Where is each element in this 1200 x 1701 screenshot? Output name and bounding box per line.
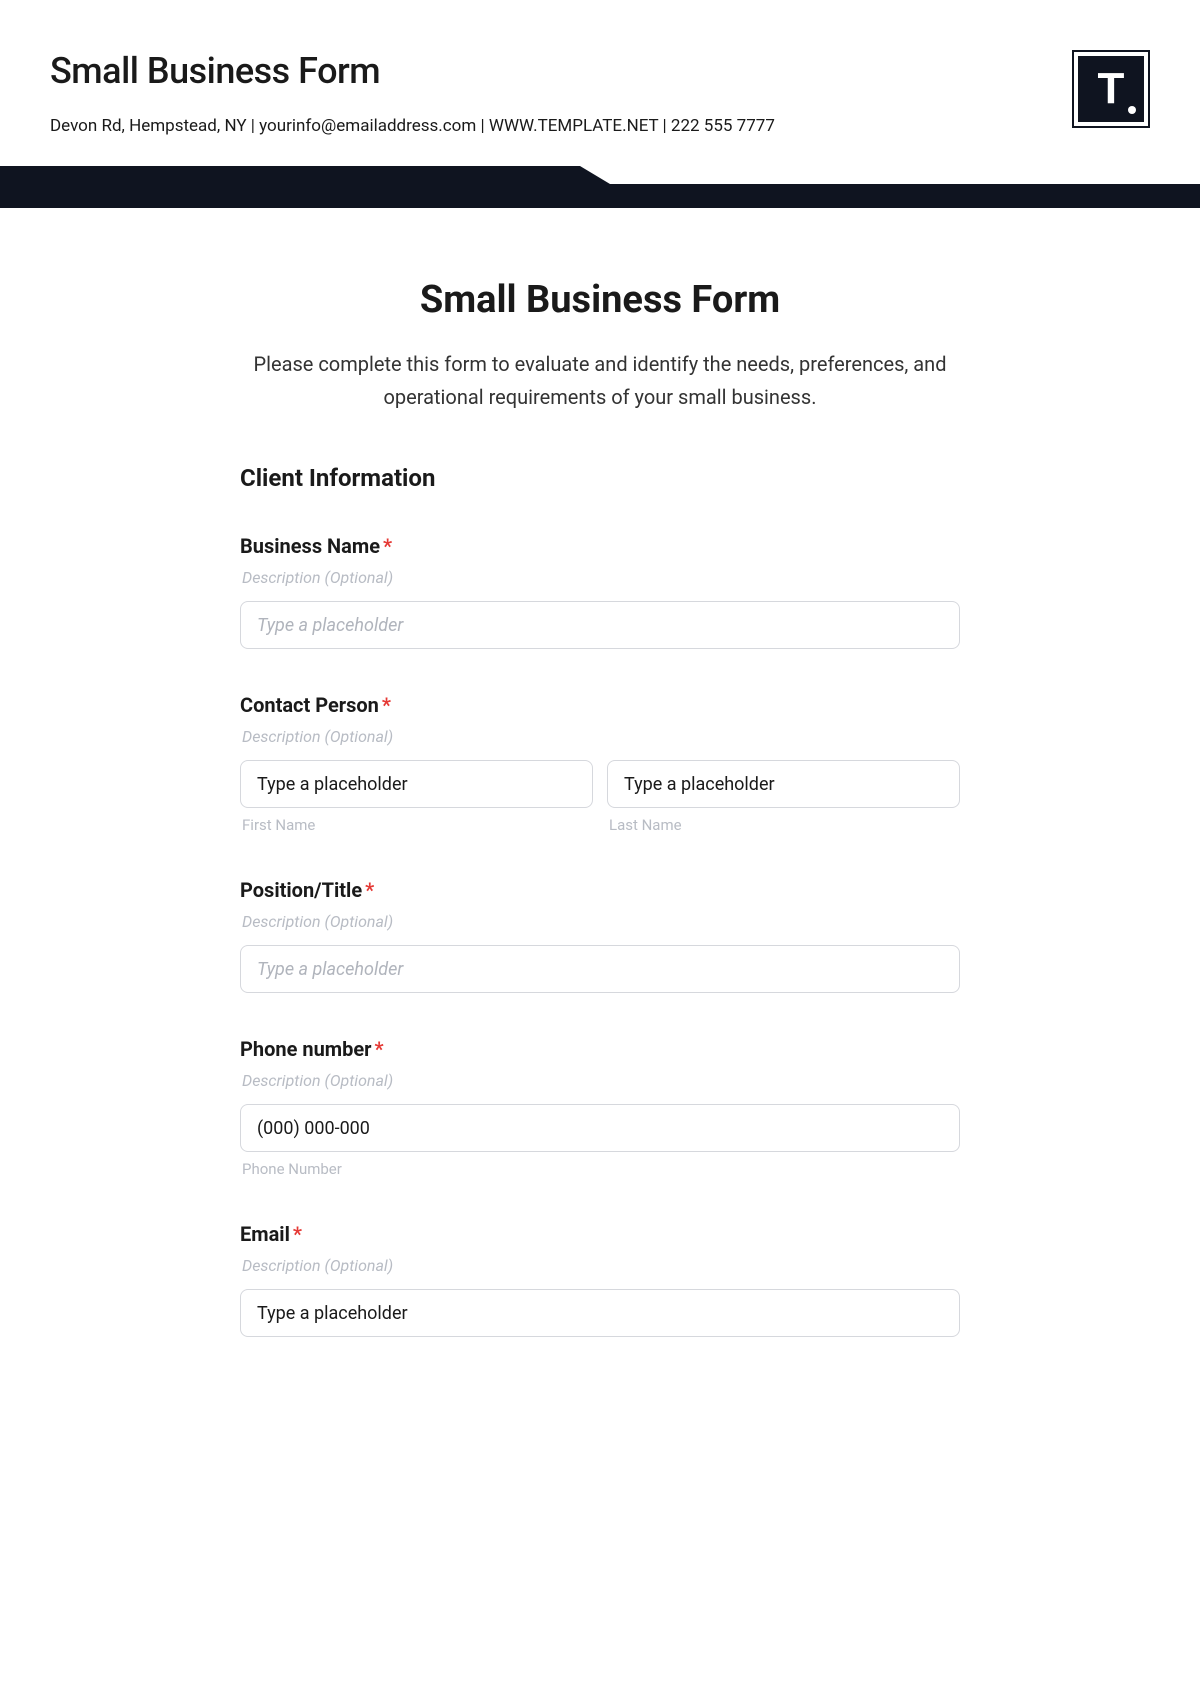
- last-name-input[interactable]: [607, 760, 960, 808]
- position-input[interactable]: [240, 945, 960, 993]
- divider-bar: [0, 166, 1200, 208]
- desc-position[interactable]: Description (Optional): [240, 912, 960, 931]
- section-heading-client-info: Client Information: [240, 464, 960, 492]
- required-asterisk: *: [293, 1222, 302, 1246]
- field-business-name: Business Name* Description (Optional): [240, 534, 960, 649]
- label-contact-person: Contact Person*: [240, 693, 960, 717]
- label-business-name: Business Name*: [240, 534, 960, 558]
- field-contact-person: Contact Person* Description (Optional) F…: [240, 693, 960, 834]
- label-email: Email*: [240, 1222, 960, 1246]
- logo-letter: T: [1098, 67, 1125, 111]
- business-name-input[interactable]: [240, 601, 960, 649]
- header-text-block: Small Business Form Devon Rd, Hempstead,…: [50, 50, 1072, 136]
- form-container: Small Business Form Please complete this…: [190, 208, 1010, 1401]
- document-header: Small Business Form Devon Rd, Hempstead,…: [0, 0, 1200, 156]
- sublabel-phone: Phone Number: [240, 1160, 960, 1178]
- sublabel-first-name: First Name: [240, 816, 593, 834]
- required-asterisk: *: [382, 693, 391, 717]
- desc-business-name[interactable]: Description (Optional): [240, 568, 960, 587]
- field-email: Email* Description (Optional): [240, 1222, 960, 1337]
- sublabel-last-name: Last Name: [607, 816, 960, 834]
- label-position: Position/Title*: [240, 878, 960, 902]
- email-input[interactable]: [240, 1289, 960, 1337]
- form-intro-text: Please complete this form to evaluate an…: [240, 348, 960, 414]
- required-asterisk: *: [365, 878, 374, 902]
- contact-info-line: Devon Rd, Hempstead, NY | yourinfo@email…: [50, 116, 1072, 136]
- phone-input[interactable]: [240, 1104, 960, 1152]
- required-asterisk: *: [383, 534, 392, 558]
- field-position: Position/Title* Description (Optional): [240, 878, 960, 993]
- required-asterisk: *: [374, 1037, 383, 1061]
- first-name-input[interactable]: [240, 760, 593, 808]
- page-title: Small Business Form: [50, 50, 1072, 92]
- desc-contact-person[interactable]: Description (Optional): [240, 727, 960, 746]
- desc-email[interactable]: Description (Optional): [240, 1256, 960, 1275]
- field-phone: Phone number* Description (Optional) Pho…: [240, 1037, 960, 1178]
- logo-icon: T: [1072, 50, 1150, 128]
- form-title: Small Business Form: [240, 278, 960, 322]
- logo-dot-icon: [1128, 106, 1136, 114]
- label-phone: Phone number*: [240, 1037, 960, 1061]
- desc-phone[interactable]: Description (Optional): [240, 1071, 960, 1090]
